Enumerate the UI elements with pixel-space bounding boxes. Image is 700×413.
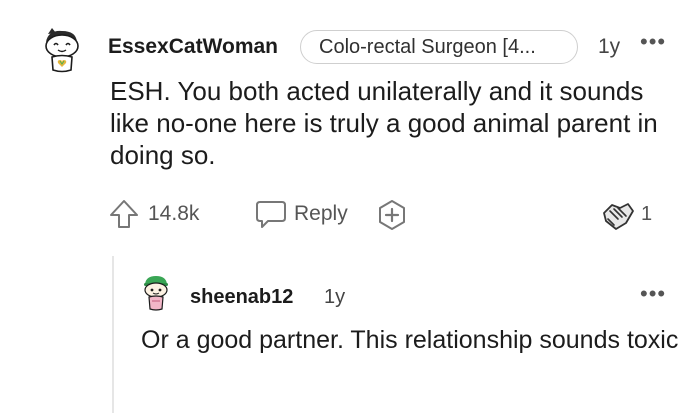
more-options-icon[interactable]: ••• xyxy=(640,281,666,307)
comment: EssexCatWoman Colo-rectal Surgeon [4... … xyxy=(0,0,700,260)
handshake-award-icon[interactable] xyxy=(600,199,636,233)
reply-username[interactable]: sheenab12 xyxy=(190,286,293,309)
plus-award-icon[interactable] xyxy=(376,199,408,231)
upvote-arrow-icon[interactable] xyxy=(108,198,140,230)
comment-actions: 14.8k Reply 1 xyxy=(0,196,700,236)
comment-age: 1y xyxy=(598,35,621,58)
comment-username[interactable]: EssexCatWoman xyxy=(108,35,278,59)
reply-body: Or a good partner. This relationship sou… xyxy=(141,326,679,354)
reply-user-avatar[interactable] xyxy=(140,274,172,312)
thread-line[interactable] xyxy=(112,256,114,413)
upvote-count: 14.8k xyxy=(148,202,200,225)
reply-label: Reply xyxy=(294,202,348,225)
user-flair-badge: Colo-rectal Surgeon [4... xyxy=(300,30,578,64)
more-options-icon[interactable]: ••• xyxy=(640,31,666,53)
user-avatar[interactable] xyxy=(38,26,84,76)
snoo-avatar-icon xyxy=(144,276,168,311)
snoo-avatar-icon xyxy=(45,28,79,73)
comment-body: ESH. You both acted unilaterally and it … xyxy=(110,76,658,170)
speech-bubble-icon xyxy=(255,199,287,229)
reply-age: 1y xyxy=(324,286,346,308)
award-count: 1 xyxy=(641,203,653,225)
